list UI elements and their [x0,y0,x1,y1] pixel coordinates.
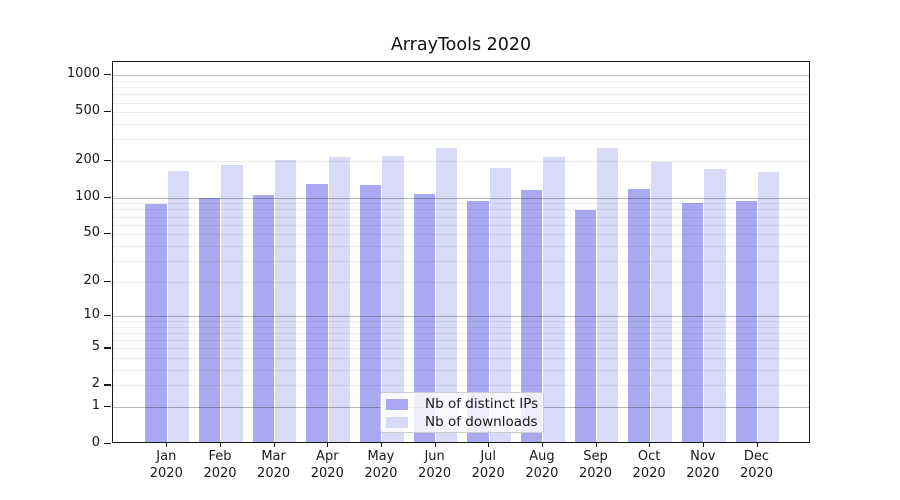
y-tick-mark-20 [104,280,111,282]
x-tick-label-sep: Sep 2020 [578,449,613,481]
y-tick-mark-5 [104,347,111,349]
gridline-minor-4 [113,358,809,360]
x-tick-mark-sep [595,443,597,447]
x-tick-mark-mar [273,443,275,447]
x-tick-label-aug: Aug 2020 [525,449,559,481]
x-tick-label-oct: Oct 2020 [632,449,666,481]
gridline-minor-200 [113,160,809,162]
chart-canvas: ArrayTools 2020 0 1 2 5 10 20 50 100 200 500 1000 … [0,0,900,500]
chart-title: ArrayTools 2020 [390,35,532,55]
gridline-minor-60 [113,224,809,226]
gridline-minor-70 [113,216,809,218]
legend-swatch [386,398,408,410]
x-tick-mark-dec [756,443,758,447]
y-tick-label-500: 500 [75,103,100,119]
gridline-minor-40 [113,245,809,247]
x-tick-label-mar: Mar 2020 [257,449,291,481]
x-tick-label-nov: Nov 2020 [686,449,720,481]
gridline-major-100 [113,197,809,199]
gridline-minor-90 [113,203,809,205]
y-tick-label-200: 200 [75,151,100,167]
y-tick-label-0: 0 [91,435,100,450]
y-tick-mark-200 [104,159,111,162]
y-tick-mark-1000 [104,74,111,76]
x-tick-mark-jan [166,443,168,447]
gridline-minor-80 [113,209,809,211]
y-tick-label-5: 5 [91,339,100,355]
y-tick-mark-50 [104,233,111,235]
gridline-minor-2 [113,385,809,387]
gridline-major-1000 [113,75,809,77]
x-tick-mark-nov [702,443,704,447]
x-tick-mark-apr [327,443,329,447]
x-tick-label-jun: Jun 2020 [418,449,452,481]
gridline-major-10 [113,316,809,317]
y-tick-label-2: 2 [91,376,100,392]
gridline-minor-6 [113,340,809,342]
gridline-minor-3 [113,370,809,371]
y-tick-label-20: 20 [83,272,100,288]
y-tick-mark-2 [104,384,111,386]
x-tick-mark-feb [220,443,222,447]
y-tick-mark-500 [104,111,111,113]
y-tick-mark-0 [104,443,111,445]
gridline-minor-30 [113,260,809,262]
y-tick-mark-1 [104,406,111,408]
gridline-minor-700 [113,94,809,96]
y-tick-mark-10 [104,315,111,317]
legend-item-distinct-ips: Nb of distinct IPs [386,396,539,412]
gridline-minor-50 [113,234,809,236]
y-tick-label-1000: 1000 [66,66,100,82]
legend-label: Nb of downloads [425,414,538,430]
y-tick-label-10: 10 [83,307,100,322]
gridline-minor-7 [113,333,809,334]
y-tick-label-100: 100 [75,188,100,204]
y-tick-label-1: 1 [91,398,100,413]
legend-item-downloads: Nb of downloads [386,414,538,430]
gridline-minor-5 [113,348,809,350]
gridline-minor-20 [113,281,809,283]
x-tick-label-may: May 2020 [364,449,398,481]
gridline-minor-600 [113,102,809,104]
grid-layer [113,62,809,442]
x-tick-mark-aug [541,443,544,447]
x-tick-label-feb: Feb 2020 [203,449,237,481]
x-tick-mark-jul [488,443,490,447]
x-tick-label-jan: Jan 2020 [149,449,183,481]
gridline-minor-8 [113,326,809,328]
y-tick-mark-100 [104,196,111,198]
x-tick-mark-oct [649,443,651,447]
x-tick-label-dec: Dec 2020 [739,449,774,481]
legend-label: Nb of distinct IPs [425,396,539,412]
x-tick-label-jul: Jul 2020 [471,449,505,481]
gridline-minor-300 [113,139,809,141]
legend: Nb of distinct IPs Nb of downloads [380,392,544,433]
gridline-minor-800 [113,87,809,89]
gridline-minor-900 [113,80,809,82]
y-tick-label-50: 50 [83,225,100,241]
gridline-minor-9 [113,321,809,323]
x-tick-label-apr: Apr 2020 [310,449,344,481]
x-tick-mark-may [380,443,383,447]
gridline-minor-500 [113,112,809,114]
legend-swatch [386,416,408,428]
plot-area [112,61,810,443]
x-tick-mark-jun [434,443,436,447]
gridline-minor-400 [113,124,809,126]
